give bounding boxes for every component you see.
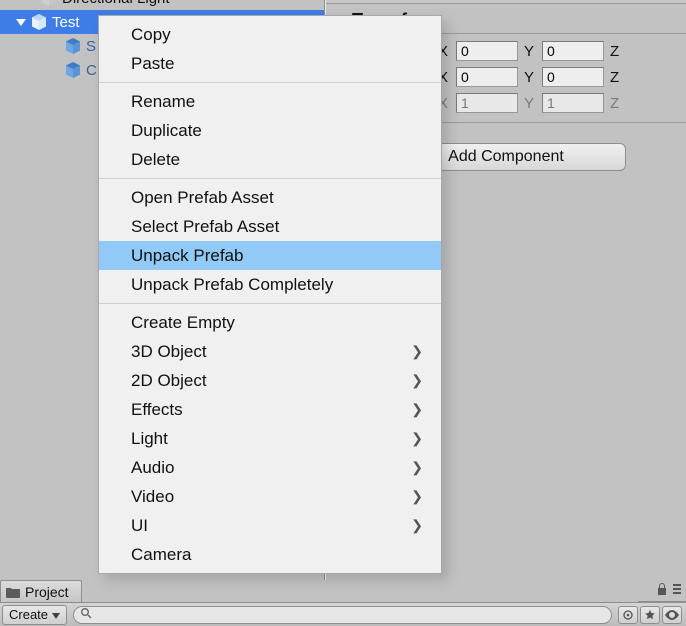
menu-item[interactable]: UI ❯: [99, 511, 441, 540]
hierarchy-item-label: S: [86, 38, 96, 55]
menu-item[interactable]: Paste: [99, 49, 441, 78]
y-field[interactable]: [542, 41, 604, 61]
hierarchy-item[interactable]: Directional Light: [0, 0, 324, 10]
menu-separator: [99, 178, 441, 179]
prefab-icon: [64, 37, 82, 55]
dropdown-icon[interactable]: [672, 582, 682, 599]
menu-item-label: Unpack Prefab Completely: [131, 275, 333, 295]
menu-item-label: Open Prefab Asset: [131, 188, 274, 208]
search-icon: [80, 607, 92, 622]
create-button[interactable]: Create: [2, 605, 67, 625]
menu-item[interactable]: Video ❯: [99, 482, 441, 511]
prefab-icon: [30, 13, 48, 31]
gameobject-icon: [40, 0, 58, 7]
chevron-right-icon: ❯: [411, 459, 423, 476]
foldout-spacer: [24, 0, 38, 5]
add-component-label: Add Component: [448, 148, 564, 166]
menu-item-label: Effects: [131, 400, 183, 420]
menu-item-label: Light: [131, 429, 168, 449]
menu-item-label: Duplicate: [131, 121, 202, 141]
menu-separator: [99, 82, 441, 83]
project-toolbar: Create: [0, 602, 686, 626]
filter-icon[interactable]: [618, 606, 638, 624]
chevron-right-icon: ❯: [411, 343, 423, 360]
axis-label-y: Y: [524, 69, 542, 86]
menu-item[interactable]: Copy: [99, 20, 441, 49]
chevron-right-icon: ❯: [411, 401, 423, 418]
menu-item[interactable]: Select Prefab Asset: [99, 212, 441, 241]
menu-item[interactable]: Duplicate: [99, 116, 441, 145]
menu-item[interactable]: Unpack Prefab Completely: [99, 270, 441, 299]
menu-item-label: Unpack Prefab: [131, 246, 243, 266]
project-tab[interactable]: Project: [0, 580, 82, 602]
axis-label-z: Z: [610, 69, 628, 86]
menu-item-label: Rename: [131, 92, 195, 112]
favorite-icon[interactable]: [640, 606, 660, 624]
menu-item[interactable]: Camera: [99, 540, 441, 569]
menu-item-label: Video: [131, 487, 174, 507]
menu-item[interactable]: Light ❯: [99, 424, 441, 453]
chevron-right-icon: ❯: [411, 488, 423, 505]
foldout-toggle[interactable]: [14, 15, 28, 29]
chevron-right-icon: ❯: [411, 372, 423, 389]
x-field[interactable]: [456, 41, 518, 61]
menu-item[interactable]: Create Empty: [99, 308, 441, 337]
x-field[interactable]: [456, 93, 518, 113]
foldout-spacer: [48, 63, 62, 77]
menu-item-label: Create Empty: [131, 313, 235, 333]
project-tab-label: Project: [25, 584, 69, 600]
menu-item-label: Camera: [131, 545, 191, 565]
hierarchy-item-label: Test: [52, 14, 80, 31]
menu-item[interactable]: Unpack Prefab: [99, 241, 441, 270]
menu-item-label: Delete: [131, 150, 180, 170]
menu-item-label: 3D Object: [131, 342, 207, 362]
chevron-right-icon: ❯: [411, 517, 423, 534]
context-menu: Copy Paste Rename Duplicate Delete Open Prefa…: [98, 15, 442, 574]
menu-item-label: Paste: [131, 54, 174, 74]
lock-icon[interactable]: [656, 582, 668, 599]
create-label: Create: [9, 607, 48, 622]
y-field[interactable]: [542, 67, 604, 87]
y-field[interactable]: [542, 93, 604, 113]
menu-item[interactable]: Audio ❯: [99, 453, 441, 482]
chevron-down-icon: [52, 607, 60, 622]
foldout-spacer: [48, 39, 62, 53]
hierarchy-item-label: Directional Light: [62, 0, 170, 7]
prefab-icon: [64, 61, 82, 79]
axis-label-z: Z: [610, 95, 628, 112]
folder-icon: [5, 584, 21, 600]
axis-label-y: Y: [524, 43, 542, 60]
menu-item[interactable]: 2D Object ❯: [99, 366, 441, 395]
menu-item[interactable]: Rename: [99, 87, 441, 116]
menu-item-label: UI: [131, 516, 148, 536]
menu-item[interactable]: Delete: [99, 145, 441, 174]
menu-item[interactable]: Open Prefab Asset: [99, 183, 441, 212]
project-search[interactable]: [73, 606, 612, 624]
menu-item-label: Select Prefab Asset: [131, 217, 279, 237]
visibility-icon[interactable]: [662, 606, 682, 624]
panel-lock-area: [638, 580, 686, 602]
axis-label-y: Y: [524, 95, 542, 112]
project-panel: Project Create: [0, 580, 686, 626]
menu-item[interactable]: Effects ❯: [99, 395, 441, 424]
x-field[interactable]: [456, 67, 518, 87]
axis-label-z: Z: [610, 43, 628, 60]
menu-item[interactable]: 3D Object ❯: [99, 337, 441, 366]
menu-item-label: Audio: [131, 458, 174, 478]
inspector-divider: [326, 0, 686, 4]
menu-separator: [99, 303, 441, 304]
menu-item-label: Copy: [131, 25, 171, 45]
chevron-right-icon: ❯: [411, 430, 423, 447]
menu-item-label: 2D Object: [131, 371, 207, 391]
hierarchy-item-label: C: [86, 62, 97, 79]
